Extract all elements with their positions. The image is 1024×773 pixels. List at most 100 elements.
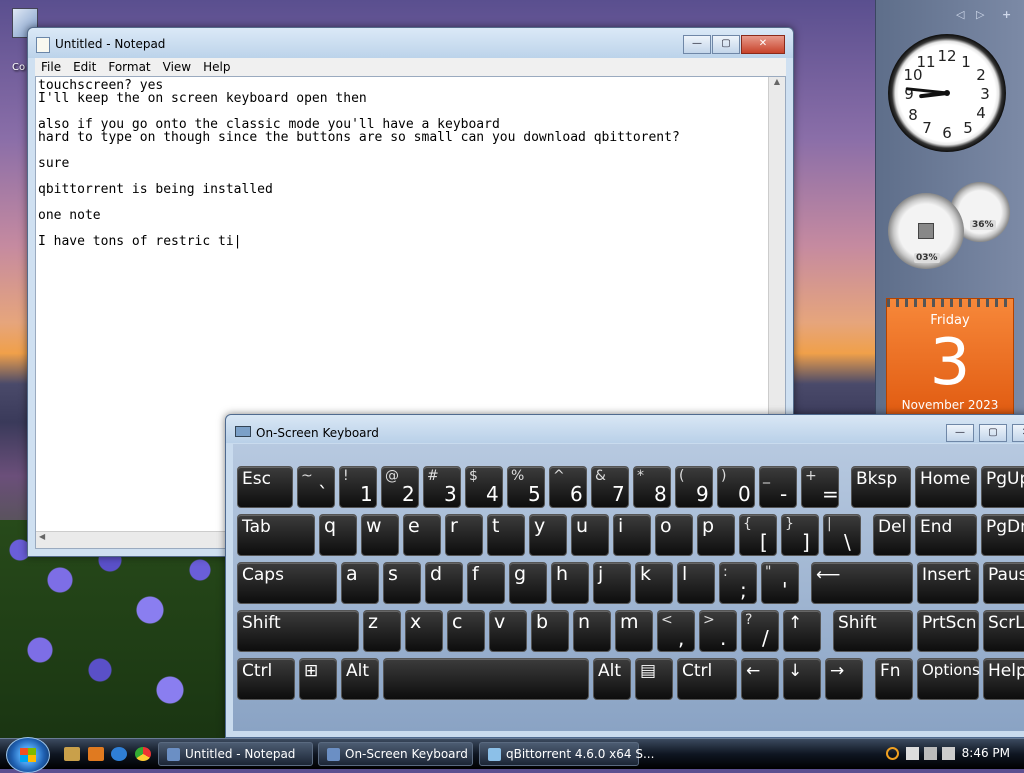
key-n[interactable]: n — [573, 610, 611, 652]
key-ctrl[interactable]: Ctrl — [237, 658, 295, 700]
key-1[interactable]: ! 1 — [339, 466, 377, 508]
key-6[interactable]: ^ 6 — [549, 466, 587, 508]
minimize-button[interactable]: — — [683, 35, 711, 54]
key-v[interactable]: v — [489, 610, 527, 652]
search-icon[interactable] — [886, 747, 899, 760]
key-sym38[interactable]: <, — [657, 610, 695, 652]
key-l[interactable]: l — [677, 562, 715, 604]
media-player-icon[interactable] — [88, 747, 104, 761]
key-x[interactable]: x — [405, 610, 443, 652]
clock-gadget[interactable]: 12 1 2 345 678 9 10 11 — [888, 34, 1006, 152]
osk-titlebar[interactable]: On-Screen Keyboard — ▢ ✕ — [226, 415, 1024, 443]
key-del[interactable]: Del — [873, 514, 911, 556]
taskbar-button[interactable]: qBittorrent 4.6.0 x64 S... — [479, 742, 654, 766]
key-sym48[interactable]: ↓ — [783, 658, 821, 700]
notepad-titlebar[interactable]: Untitled - Notepad — ▢ ✕ — [28, 28, 793, 58]
menu-help[interactable]: Help — [197, 58, 236, 76]
key-a[interactable]: a — [341, 562, 379, 604]
key-alt[interactable]: Alt — [593, 658, 631, 700]
key-i[interactable]: i — [613, 514, 651, 556]
taskbar-button[interactable]: Untitled - Notepad — [158, 742, 313, 766]
key-4[interactable]: $4 — [465, 466, 503, 508]
menu-file[interactable]: File — [35, 58, 67, 76]
key-sym111[interactable]: {[ — [739, 514, 777, 556]
osk-close-button[interactable]: ✕ — [1012, 424, 1024, 442]
osk-window[interactable]: On-Screen Keyboard — ▢ ✕ Esc~`!1@2#3$4%5… — [225, 414, 1024, 738]
volume-icon[interactable] — [942, 747, 955, 760]
key-sym211[interactable]: " ' — [761, 562, 799, 604]
key-m[interactable]: m — [615, 610, 653, 652]
key-7[interactable]: & 7 — [591, 466, 629, 508]
key-sym41[interactable]: ⊞ — [299, 658, 337, 700]
sidebar-add-gadget-icon[interactable]: + — [1002, 8, 1011, 21]
key-g[interactable]: g — [509, 562, 547, 604]
key-w[interactable]: w — [361, 514, 399, 556]
key-sym310[interactable]: ? / — [741, 610, 779, 652]
key-sym39[interactable]: >. — [699, 610, 737, 652]
key-sym49[interactable]: → — [825, 658, 863, 700]
key-p[interactable]: p — [697, 514, 735, 556]
key-j[interactable]: j — [593, 562, 631, 604]
key-k[interactable]: k — [635, 562, 673, 604]
key-o[interactable]: o — [655, 514, 693, 556]
cpu-gauge[interactable]: 03% — [888, 193, 964, 269]
key-y[interactable]: y — [529, 514, 567, 556]
sidebar-prev-icon[interactable]: ◁ — [956, 8, 964, 21]
key-3[interactable]: #3 — [423, 466, 461, 508]
menu-view[interactable]: View — [157, 58, 197, 76]
key-shift[interactable]: Shift — [237, 610, 359, 652]
key-sym45[interactable]: ▤ — [635, 658, 673, 700]
tray-clock[interactable]: 8:46 PM — [962, 746, 1010, 760]
key-sym012[interactable]: _ - — [759, 466, 797, 508]
key-ctrl[interactable]: Ctrl — [677, 658, 737, 700]
osk-minimize-button[interactable]: — — [946, 424, 974, 442]
key-t[interactable]: t — [487, 514, 525, 556]
key-alt[interactable]: Alt — [341, 658, 379, 700]
key-2[interactable]: @2 — [381, 466, 419, 508]
key-8[interactable]: * 8 — [633, 466, 671, 508]
key-pgup[interactable]: PgUp — [981, 466, 1024, 508]
internet-explorer-icon[interactable] — [111, 747, 127, 761]
close-button[interactable]: ✕ — [741, 35, 785, 54]
key-9[interactable]: (9 — [675, 466, 713, 508]
key-sym112[interactable]: }] — [781, 514, 819, 556]
key-bksp[interactable]: Bksp — [851, 466, 911, 508]
key-sym013[interactable]: + = — [801, 466, 839, 508]
key-b[interactable]: b — [531, 610, 569, 652]
key-sym113[interactable]: | \ — [823, 514, 861, 556]
key-home[interactable]: Home — [915, 466, 977, 508]
key-sym311[interactable]: ↑ — [783, 610, 821, 652]
key-s[interactable]: s — [383, 562, 421, 604]
key-z[interactable]: z — [363, 610, 401, 652]
key-prtscn[interactable]: PrtScn — [917, 610, 979, 652]
key-sym212[interactable]: ⟵ — [811, 562, 913, 604]
key-5[interactable]: % 5 — [507, 466, 545, 508]
key-space[interactable] — [383, 658, 589, 700]
key-end[interactable]: End — [915, 514, 977, 556]
key-tab[interactable]: Tab — [237, 514, 315, 556]
key-insert[interactable]: Insert — [917, 562, 979, 604]
network-icon[interactable] — [924, 747, 937, 760]
key-fn[interactable]: Fn — [875, 658, 913, 700]
key-h[interactable]: h — [551, 562, 589, 604]
sidebar-next-icon[interactable]: ▷ — [976, 8, 984, 21]
maximize-button[interactable]: ▢ — [712, 35, 740, 54]
key-esc[interactable]: Esc — [237, 466, 293, 508]
chrome-icon[interactable] — [135, 747, 151, 761]
osk-maximize-button[interactable]: ▢ — [979, 424, 1007, 442]
action-center-icon[interactable] — [906, 747, 919, 760]
key-options[interactable]: Options — [917, 658, 980, 700]
key-caps[interactable]: Caps — [237, 562, 337, 604]
key-d[interactable]: d — [425, 562, 463, 604]
key-pgdn[interactable]: PgDn — [981, 514, 1024, 556]
key-sym210[interactable]: :; — [719, 562, 757, 604]
key-sym01[interactable]: ~ ` — [297, 466, 335, 508]
key-sym47[interactable]: ← — [741, 658, 779, 700]
key-0[interactable]: ) 0 — [717, 466, 755, 508]
key-scrlk[interactable]: ScrLk — [983, 610, 1024, 652]
key-e[interactable]: e — [403, 514, 441, 556]
key-u[interactable]: u — [571, 514, 609, 556]
taskbar-button[interactable]: On-Screen Keyboard — [318, 742, 473, 766]
key-r[interactable]: r — [445, 514, 483, 556]
menu-format[interactable]: Format — [102, 58, 156, 76]
